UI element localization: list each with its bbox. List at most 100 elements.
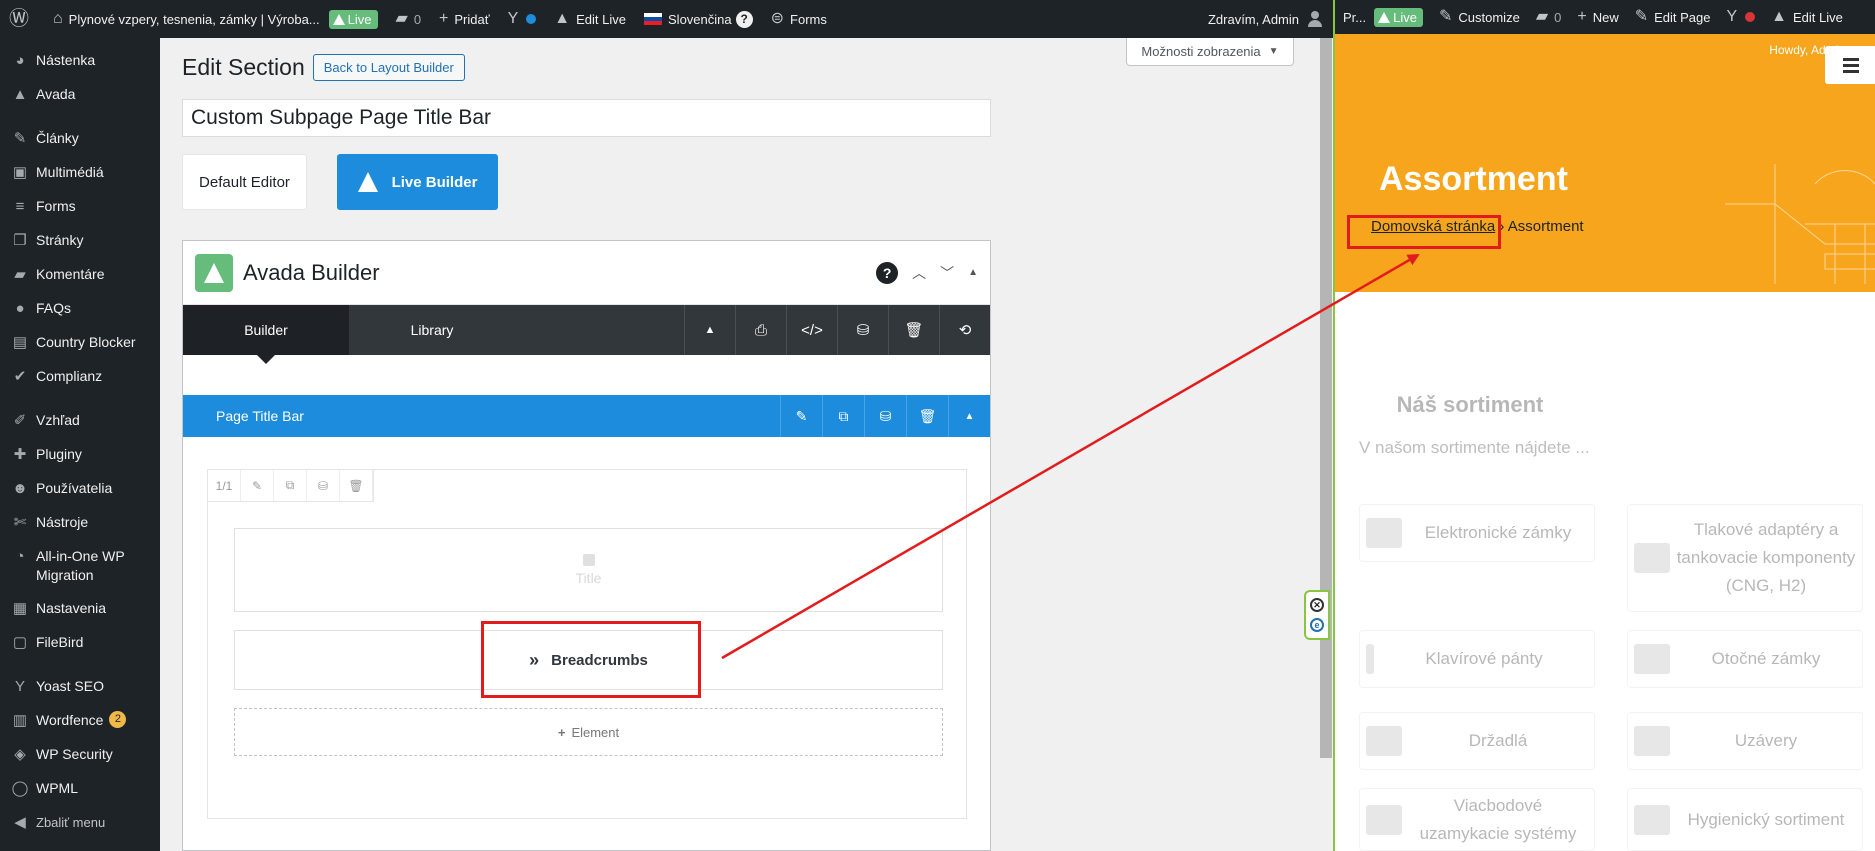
chevron-down-icon[interactable]: ﹀ [940,263,954,283]
live-builder-button[interactable]: Live Builder [337,154,498,210]
expand-icon[interactable]: e [1310,618,1324,632]
sidebar-item-users[interactable]: ☻ Používatelia [0,472,160,506]
account-menu[interactable]: Zdravím, Admin [1199,0,1333,38]
sidebar-item-comments[interactable]: ▰ Komentáre [0,258,160,292]
preview-site-link[interactable]: Pr... [1335,10,1374,25]
wordpress-logo-icon[interactable]: Ⓦ [0,0,44,38]
history-icon[interactable]: ⟲ [939,305,990,355]
sidebar-item-appearance[interactable]: ✐ Vzhľad [0,404,160,438]
live-button[interactable]: Live [328,0,387,38]
scrollbar[interactable] [1320,38,1332,758]
sidebar-item-label: FAQs [36,300,72,316]
preview-comments-link[interactable]: ▰ 0 [1528,9,1570,25]
sidebar-item-avada[interactable]: ▲ Avada [0,78,160,112]
sidebar-item-dashboard[interactable]: ◕ Nástenka [0,44,160,78]
sidebar-item-label: WPML [36,780,78,796]
sidebar-item-shield[interactable]: ◈ WP Security [0,738,160,772]
code-icon[interactable]: </> [786,305,837,355]
sidebar-item-label: All-in-One WP Migration [36,548,125,583]
sidebar-item-wordfence[interactable]: ▥ Wordfence 2 [0,704,160,738]
save-icon[interactable]: ⛁ [307,470,340,501]
preview-comments-count: 0 [1554,9,1562,25]
country-blocker-icon: ▤ [12,334,28,351]
edit-page-link[interactable]: ✎ Edit Page [1627,9,1719,25]
sidebar-item-pin[interactable]: ✎ Články [0,122,160,156]
trash-icon[interactable]: 🗑 [888,305,939,355]
preview-edit-live-link[interactable]: ▲ Edit Live [1763,9,1851,25]
screen-options-button[interactable]: Možnosti zobrazenia ▼ [1126,38,1294,66]
yoast-menu[interactable]: Y [499,0,546,38]
product-card[interactable]: Držadlá [1359,712,1595,770]
add-new-link[interactable]: + Pridať [430,0,499,38]
help-icon[interactable]: ? [735,10,753,28]
product-card[interactable]: Elektronické zámky [1359,504,1595,562]
sidebar-item-label: Používatelia [36,480,113,496]
clone-icon[interactable]: ⧉ [274,470,307,501]
brush-icon: ✎ [1438,8,1453,25]
sidebar-item-plugins[interactable]: ✚ Pluginy [0,438,160,472]
sidebar-item-filebird[interactable]: ▢ FileBird [0,626,160,660]
sidebar-item-forms[interactable]: ≡ Forms [0,190,160,224]
hamburger-menu-icon[interactable] [1825,46,1875,84]
edit-pencil-icon[interactable]: ✎ [241,470,274,501]
collapse-icon[interactable]: ▲ [948,395,990,437]
sidebar-item-tools[interactable]: ✄ Nástroje [0,506,160,540]
section-bar[interactable]: Page Title Bar ✎ ⧉ ⛁ 🗑 ▲ [183,395,990,437]
trash-icon[interactable]: 🗑 [340,470,373,501]
title-element[interactable]: Title [234,528,943,612]
default-editor-button[interactable]: Default Editor [182,154,307,210]
trash-icon[interactable]: 🗑 [906,395,948,437]
close-icon[interactable]: ✕ [1310,598,1324,612]
forms-link[interactable]: ⊜ Forms [762,0,836,38]
sidebar-item-pages[interactable]: ❐ Stránky [0,224,160,258]
customize-link[interactable]: ✎ Customize [1431,9,1528,25]
preview-yoast-menu[interactable]: Y [1719,9,1764,25]
toggle-all-icon[interactable]: ▲ [684,305,735,355]
sidebar-item-collapse[interactable]: ◀ Zbaliť menu [0,806,160,840]
chevron-up-icon[interactable]: ︿ [912,263,926,283]
sidebar-item-check[interactable]: ✔ Complianz [0,360,160,394]
back-to-layout-builder-button[interactable]: Back to Layout Builder [312,54,465,81]
avada-icon: ▲ [554,10,571,27]
plus-icon: + [439,10,449,27]
edit-pencil-icon[interactable]: ✎ [780,395,822,437]
edit-live-link[interactable]: ▲ Edit Live [545,0,635,38]
add-element-button[interactable]: + Element [234,708,943,756]
tab-library[interactable]: Library [349,305,515,355]
product-card[interactable]: Hygienický sortiment [1627,788,1863,851]
product-card[interactable]: Viacbodové uzamykacie systémy [1359,788,1595,851]
product-card-label: Viacbodové uzamykacie systémy [1419,795,1577,843]
sidebar-item-media[interactable]: ▣ Multimédiá [0,156,160,190]
sidebar-item-faq[interactable]: ● FAQs [0,292,160,326]
sidebar-item-country-blocker[interactable]: ▤ Country Blocker [0,326,160,360]
breadcrumb-current: Assortment [1507,218,1584,235]
site-name-link[interactable]: ⌂ Plynové vzpery, tesnenia, zámky | Výro… [44,0,329,38]
product-card[interactable]: Tlakové adaptéry a tankovacie komponenty… [1627,504,1863,612]
column-size[interactable]: 1/1 [208,470,241,501]
tab-builder[interactable]: Builder [183,305,349,364]
save-icon[interactable]: ⛁ [837,305,888,355]
sidebar-item-wpml[interactable]: ◯ WPML [0,772,160,806]
add-new-label: Pridať [454,11,490,27]
collapse-panel-icon[interactable]: ▲ [968,267,978,278]
product-card[interactable]: Klavírové pánty [1359,630,1595,688]
users-icon: ☻ [12,480,28,497]
help-icon[interactable]: ? [876,261,899,284]
sidebar-item-label: Vzhľad [36,412,80,428]
sidebar-item-settings[interactable]: ▦ Nastavenia [0,592,160,626]
save-icon[interactable]: ⛁ [864,395,906,437]
sidebar-item-yoast[interactable]: Y Yoast SEO [0,670,160,704]
comments-link[interactable]: ▰ 0 [387,0,431,38]
greeting-label: Zdravím, Admin [1207,11,1299,27]
product-card-label: Hygienický sortiment [1687,809,1845,829]
sidebar-item-migration[interactable]: ◔ All-in-One WP Migration [0,540,160,592]
product-card[interactable]: Otočné zámky [1627,630,1863,688]
new-link[interactable]: + New [1569,9,1626,25]
product-card[interactable]: Uzávery [1627,712,1863,770]
language-switcher[interactable]: Slovenčina ? [635,0,762,38]
comment-icon: ▰ [1535,8,1549,25]
preview-live-button[interactable]: Live [1374,7,1431,27]
clone-icon[interactable]: ⧉ [822,395,864,437]
post-title-input[interactable] [182,99,991,137]
custom-css-icon[interactable]: ⎙ [735,305,786,355]
